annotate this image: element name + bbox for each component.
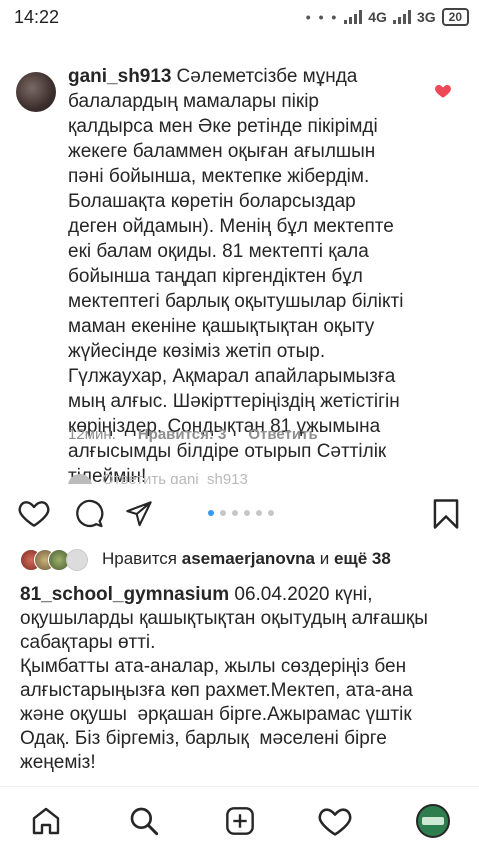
carousel-dot bbox=[244, 510, 250, 516]
carousel-dot bbox=[208, 510, 214, 516]
caption-text: 06.04.2020 күні, оқушыларды қашықтықтан … bbox=[20, 584, 428, 773]
signal-icon bbox=[392, 10, 411, 24]
comment-text: Сәлеметсізбе мұнда балалардың мамалары п… bbox=[68, 66, 404, 487]
search-icon[interactable] bbox=[128, 805, 160, 837]
reply-button[interactable]: Ответить bbox=[248, 426, 317, 443]
network-label-4g: 4G bbox=[368, 9, 387, 25]
carousel-dot bbox=[256, 510, 262, 516]
comment-icon[interactable] bbox=[74, 498, 104, 528]
carousel-indicator bbox=[208, 510, 274, 516]
bottom-navigation bbox=[0, 786, 479, 851]
reply-avatar bbox=[68, 474, 92, 484]
home-icon[interactable] bbox=[30, 805, 62, 837]
carousel-dot bbox=[220, 510, 226, 516]
likes-more[interactable]: ещё 38 bbox=[334, 549, 391, 569]
new-post-icon[interactable] bbox=[224, 805, 256, 837]
status-indicators: • • • 4G 3G 20 bbox=[306, 8, 469, 26]
likes-summary[interactable]: Нравится asemaerjanovna и ещё 38 bbox=[20, 549, 391, 571]
carousel-dot bbox=[232, 510, 238, 516]
share-icon[interactable] bbox=[124, 500, 154, 528]
carousel-dot bbox=[268, 510, 274, 516]
liker-avatar bbox=[66, 549, 88, 571]
post-author[interactable]: 81_school_gymnasium bbox=[20, 584, 229, 605]
notification-dots: • • • bbox=[305, 9, 339, 25]
comment-username[interactable]: gani_sh913 bbox=[68, 66, 172, 87]
network-label-3g: 3G bbox=[416, 9, 436, 25]
activity-heart-icon[interactable] bbox=[318, 805, 352, 837]
likes-user[interactable]: asemaerjanovna bbox=[182, 549, 315, 569]
profile-avatar[interactable] bbox=[416, 804, 450, 838]
bookmark-icon[interactable] bbox=[432, 498, 460, 530]
reply-hint-text: Ответить gani_sh913 bbox=[102, 470, 248, 484]
battery-icon: 20 bbox=[441, 8, 469, 26]
comment-likes[interactable]: Нравится: 3 bbox=[138, 426, 227, 443]
liker-avatars bbox=[20, 549, 94, 571]
comment: gani_sh913 Сәлеметсізбе мұнда балалардың … bbox=[0, 34, 479, 494]
reply-input-hint[interactable]: Ответить gani_sh913 bbox=[68, 468, 248, 484]
post-caption: 81_school_gymnasium 06.04.2020 күні, оқу… bbox=[20, 583, 460, 775]
commenter-avatar[interactable] bbox=[16, 72, 56, 112]
likes-prefix: Нравится bbox=[102, 549, 178, 568]
comment-meta: 12мин. Нравится: 3 Ответить bbox=[68, 426, 318, 443]
comment-time: 12мин. bbox=[68, 426, 116, 443]
signal-icon bbox=[344, 10, 363, 24]
like-heart-icon[interactable] bbox=[18, 498, 50, 528]
heart-icon[interactable] bbox=[434, 82, 452, 100]
status-time: 14:22 bbox=[14, 7, 60, 27]
status-bar: 14:22 • • • 4G 3G 20 bbox=[0, 0, 479, 34]
likes-and: и bbox=[315, 549, 334, 568]
